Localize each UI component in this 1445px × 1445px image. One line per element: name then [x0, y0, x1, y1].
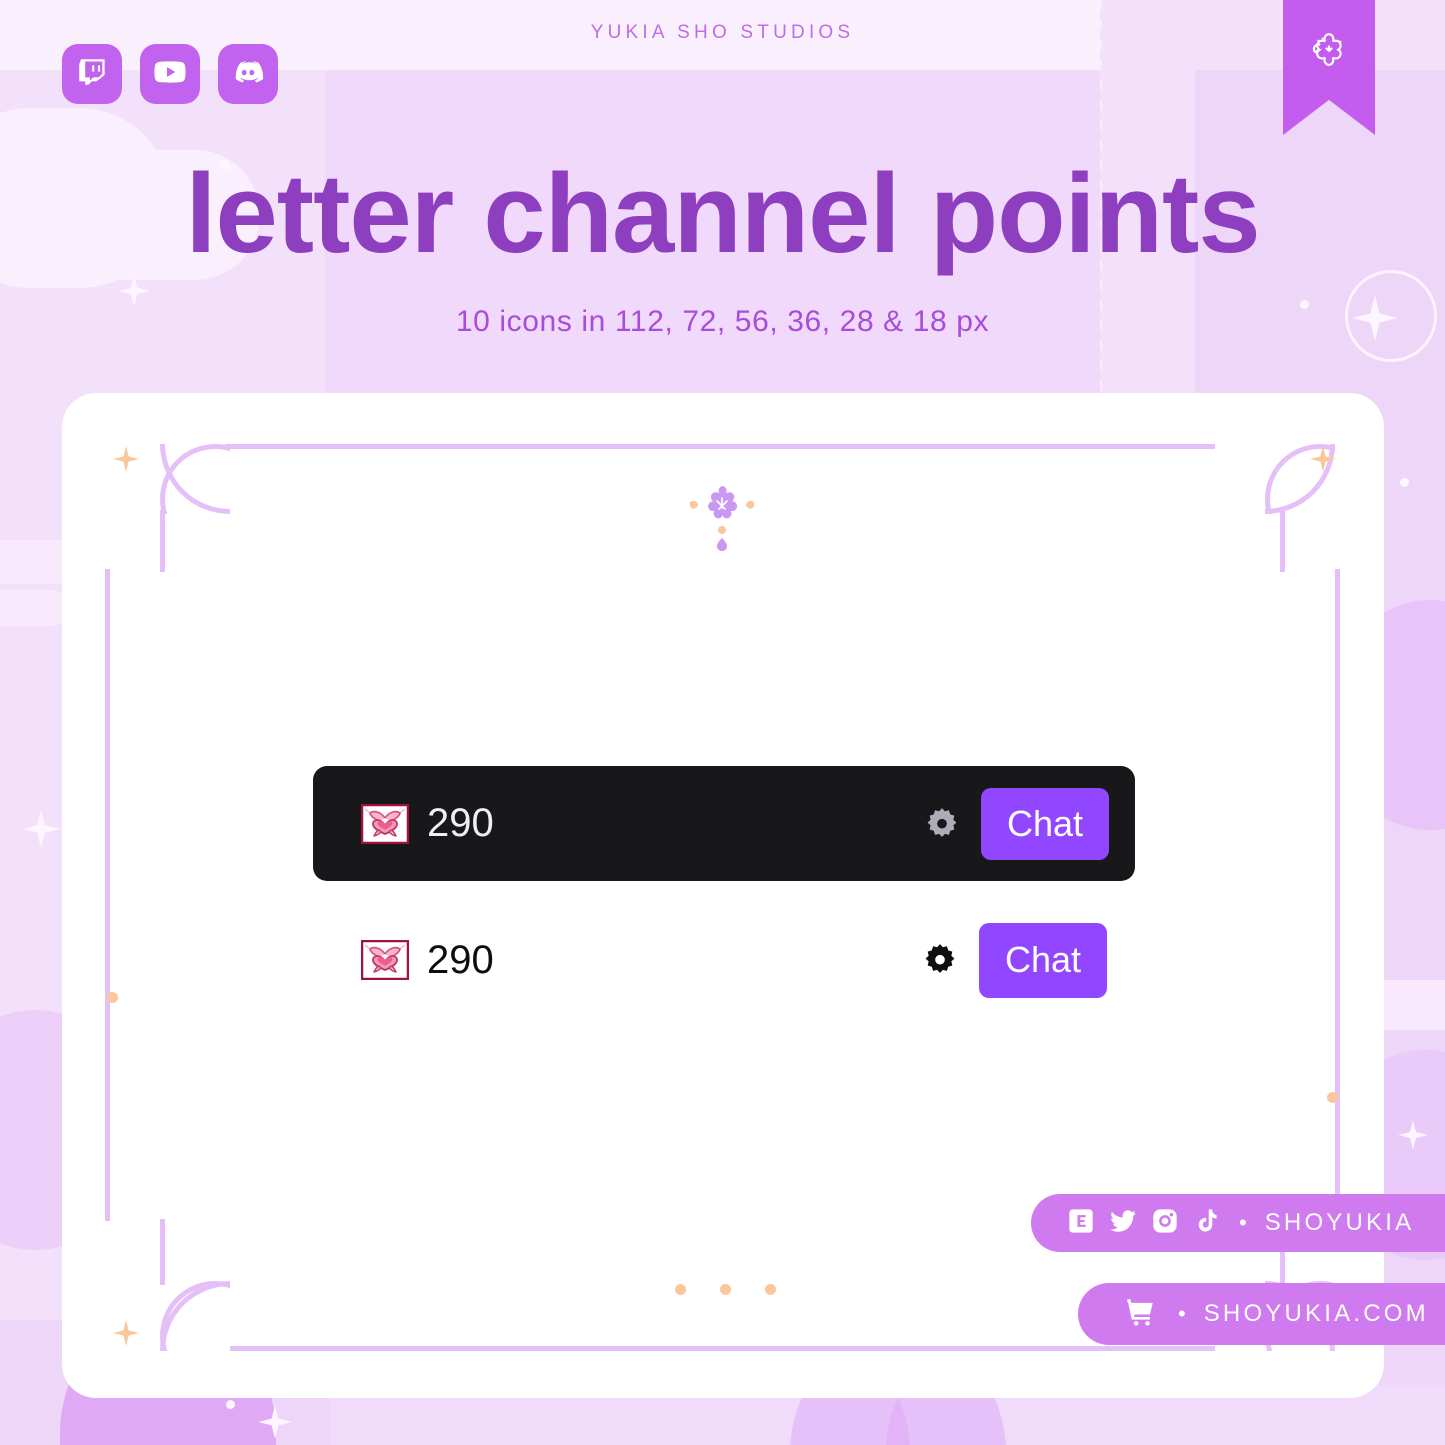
youtube-icon [153, 55, 187, 94]
social-tile-twitch[interactable] [62, 44, 122, 104]
cloud-shape [0, 590, 70, 626]
shop-handle: SHOYUKIA [1264, 1209, 1415, 1236]
twitch-icon [75, 55, 109, 94]
brand-title: YUKIA SHO STUDIOS [590, 22, 855, 43]
bg-dot [1400, 478, 1409, 487]
points-display-light[interactable]: 290 [360, 937, 494, 983]
tiktok-icon[interactable] [1193, 1207, 1221, 1240]
discord-icon [231, 55, 265, 94]
twitter-icon[interactable] [1109, 1207, 1137, 1240]
page-subtitle: 10 icons in 112, 72, 56, 36, 28 & 18 px [455, 305, 990, 338]
gear-icon[interactable] [925, 807, 959, 841]
chat-button[interactable]: Chat [981, 787, 1109, 860]
frame-dot [720, 1284, 731, 1295]
pill-separator: • [1178, 1301, 1186, 1326]
letter-envelope-icon [360, 803, 410, 844]
channel-points-bar-light[interactable]: 290 Chat [313, 905, 1135, 1015]
frame-dot [1327, 1092, 1338, 1103]
frame-dot [765, 1284, 776, 1295]
points-display-dark[interactable]: 290 [360, 801, 494, 846]
bg-dot [226, 1400, 235, 1409]
sakura-flower-icon [1301, 0, 1357, 83]
etsy-icon[interactable] [1067, 1207, 1095, 1240]
social-tile-discord[interactable] [218, 44, 278, 104]
gear-icon[interactable] [923, 943, 957, 977]
poster-root: YUKIA SHO STUDIOS letter channel points … [0, 0, 1445, 1445]
shopping-cart-icon[interactable] [1120, 1295, 1160, 1334]
frame-sparkle [113, 1320, 139, 1346]
points-count: 290 [427, 801, 494, 845]
shop-url-pill[interactable]: • SHOYUKIA.COM [1078, 1283, 1445, 1345]
sakura-ornament-icon [676, 478, 768, 558]
shop-url: SHOYUKIA.COM [1203, 1300, 1429, 1327]
social-tile-youtube[interactable] [140, 44, 200, 104]
channel-points-bar-dark[interactable]: 290 Chat [313, 766, 1135, 881]
social-handle-pill[interactable]: • SHOYUKIA [1031, 1194, 1445, 1252]
letter-envelope-icon [360, 939, 410, 981]
points-count: 290 [427, 937, 494, 982]
instagram-icon[interactable] [1151, 1207, 1179, 1240]
page-title: letter channel points [185, 151, 1260, 276]
frame-dot [675, 1284, 686, 1295]
frame-dot [107, 992, 118, 1003]
social-tiles [62, 44, 278, 104]
frame-sparkle [113, 446, 139, 472]
pill-separator: • [1239, 1210, 1247, 1235]
chat-button[interactable]: Chat [979, 922, 1107, 998]
